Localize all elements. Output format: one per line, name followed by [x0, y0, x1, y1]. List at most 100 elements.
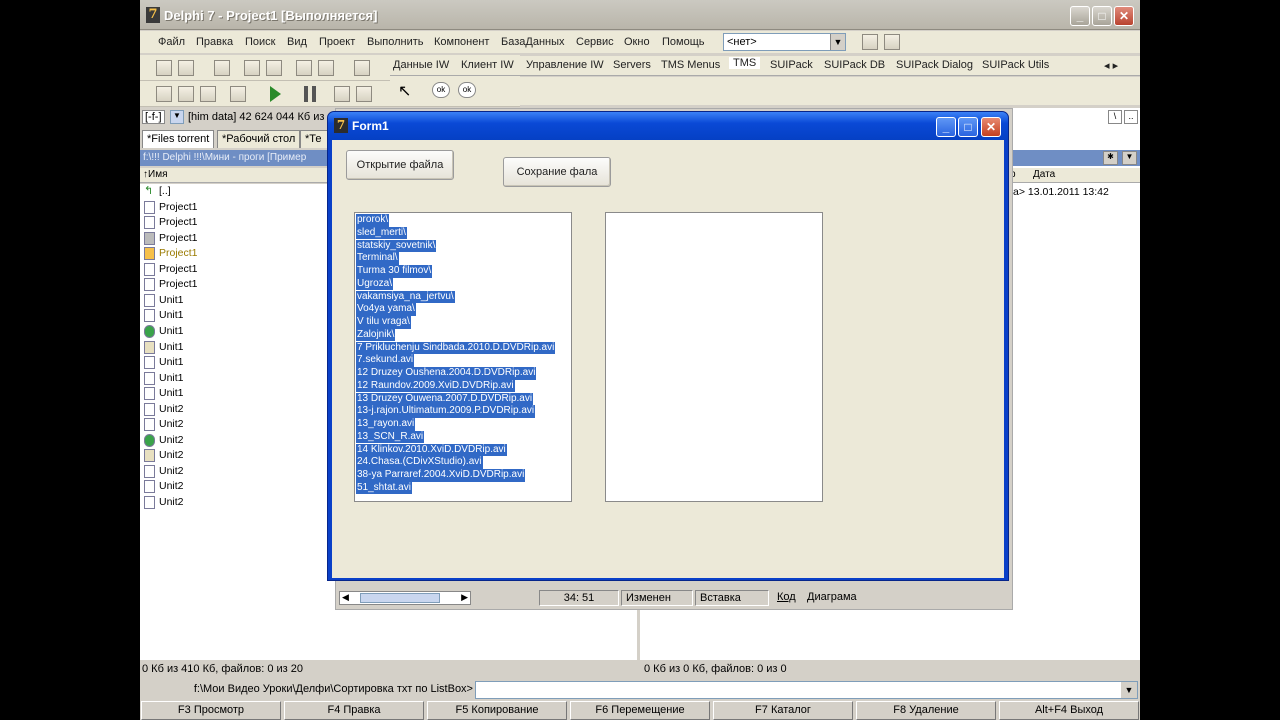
- listbox-item[interactable]: statskiy_sovetnik\: [356, 239, 437, 253]
- f3-view-button[interactable]: F3 Просмотр: [141, 701, 281, 720]
- listbox-item[interactable]: Ugroza\: [356, 277, 394, 291]
- f4-edit-button[interactable]: F4 Правка: [284, 701, 424, 720]
- tab-third[interactable]: *Те: [300, 130, 330, 148]
- maximize-button[interactable]: □: [1092, 6, 1112, 26]
- favorites-icon[interactable]: ✱: [1103, 151, 1118, 165]
- menu-search[interactable]: Поиск: [245, 36, 275, 48]
- component-ok-button-icon[interactable]: ok: [432, 82, 450, 98]
- open-project-icon[interactable]: [266, 60, 282, 76]
- scroll-thumb[interactable]: [360, 593, 440, 603]
- file-row[interactable]: Unit1: [144, 324, 184, 339]
- f7-mkdir-button[interactable]: F7 Каталог: [713, 701, 853, 720]
- parent-dir-icon[interactable]: ..: [1124, 110, 1138, 124]
- tab-diagram[interactable]: Диаграма: [807, 591, 857, 603]
- view-form-icon[interactable]: [178, 86, 194, 102]
- listbox-item[interactable]: prorok\: [356, 214, 390, 227]
- menu-view[interactable]: Вид: [287, 36, 307, 48]
- run-icon[interactable]: [270, 86, 281, 102]
- save-desktop-icon[interactable]: [862, 34, 878, 50]
- file-row[interactable]: Unit1: [144, 355, 184, 370]
- listbox-item[interactable]: 51_shtat.avi: [356, 481, 412, 495]
- form1-minimize-button[interactable]: _: [936, 117, 956, 137]
- pointer-icon[interactable]: ↖: [398, 81, 411, 101]
- listbox-item[interactable]: 7 Prikluchenju Sindbada.2010.D.DVDRip.av…: [356, 341, 556, 355]
- pause-icon[interactable]: [304, 86, 316, 102]
- listbox-item[interactable]: 12 Raundov.2009.XviD.DVDRip.avi: [356, 379, 515, 393]
- help-icon[interactable]: [354, 60, 370, 76]
- view-unit-icon[interactable]: [156, 86, 172, 102]
- palette-tab-suipack[interactable]: SUIPack: [770, 59, 813, 71]
- listbox-item[interactable]: vakamsiya_na_jertvu\: [356, 290, 455, 304]
- file-row[interactable]: Unit1: [144, 308, 184, 323]
- file-row[interactable]: Unit2: [144, 417, 184, 432]
- listbox-item[interactable]: 38-ya Parraref.2004.XviD.DVDRip.avi: [356, 469, 526, 482]
- palette-tab-suipack-db[interactable]: SUIPack DB: [824, 59, 885, 71]
- palette-tab-iwcontrol[interactable]: Управление IW: [526, 59, 604, 71]
- file-row[interactable]: Project1: [144, 215, 198, 230]
- file-row[interactable]: Unit2: [144, 448, 184, 463]
- menu-project[interactable]: Проект: [319, 36, 355, 48]
- step-over-icon[interactable]: [356, 86, 372, 102]
- palette-tab-suipack-dialog[interactable]: SUIPack Dialog: [896, 59, 973, 71]
- debug-desktop-icon[interactable]: [884, 34, 900, 50]
- minimize-button[interactable]: _: [1070, 6, 1090, 26]
- tab-code[interactable]: Код: [777, 591, 796, 603]
- listbox-item[interactable]: 14 Klinkov.2010.XviD.DVDRip.avi: [356, 443, 507, 457]
- listbox-item[interactable]: Turma 30 filmov\: [356, 265, 433, 278]
- file-row[interactable]: Unit1: [144, 293, 184, 308]
- listbox-item[interactable]: V tilu vraga\: [356, 316, 411, 329]
- listbox-item[interactable]: 12 Druzey Oushena.2004.D.DVDRip.avi: [356, 367, 537, 380]
- menu-file[interactable]: Файл: [158, 36, 185, 48]
- tab-files-torrent[interactable]: *Files torrent: [142, 130, 215, 148]
- open-icon[interactable]: [178, 60, 194, 76]
- palette-scroll-icon[interactable]: ◂ ▸: [1104, 59, 1118, 72]
- listbox-item[interactable]: sled_merti\: [356, 226, 407, 240]
- listbox-source[interactable]: prorok\ sled_merti\ statskiy_sovetnik\ Term…: [354, 212, 572, 502]
- chevron-right-icon[interactable]: ▶: [461, 592, 468, 603]
- listbox-item[interactable]: 13_SCN_R.avi: [356, 430, 425, 444]
- new-icon[interactable]: [156, 60, 172, 76]
- menu-database[interactable]: БазаДанных: [501, 36, 565, 48]
- open-file-button[interactable]: Открытие файла: [346, 150, 454, 180]
- form1-maximize-button[interactable]: □: [958, 117, 978, 137]
- file-row[interactable]: Project1: [144, 231, 198, 246]
- palette-tab-servers[interactable]: Servers: [613, 59, 651, 71]
- menu-tools[interactable]: Сервис: [576, 36, 614, 48]
- chevron-down-icon[interactable]: ▼: [1121, 682, 1137, 698]
- trace-into-icon[interactable]: [334, 86, 350, 102]
- new-form-icon[interactable]: [230, 86, 246, 102]
- palette-tab-iwclient[interactable]: Клиент IW: [461, 59, 514, 71]
- desktop-combo[interactable]: <нет> ▼: [723, 33, 846, 51]
- file-row[interactable]: Project1: [144, 200, 198, 215]
- menu-window[interactable]: Окно: [624, 36, 650, 48]
- chevron-down-icon[interactable]: ▼: [830, 34, 845, 50]
- file-row[interactable]: Unit2: [144, 464, 184, 479]
- save-file-button[interactable]: Сохрание фала: [503, 157, 611, 187]
- chevron-down-icon[interactable]: ▼: [170, 110, 184, 124]
- listbox-item[interactable]: 13_rayon.avi: [356, 418, 416, 431]
- file-row[interactable]: ↰ [..]: [144, 184, 171, 199]
- root-icon[interactable]: \: [1108, 110, 1122, 124]
- command-line-input[interactable]: ▼: [475, 681, 1138, 699]
- listbox-item[interactable]: 24.Chasa.(CDivXStudio).avi: [356, 456, 483, 469]
- add-file-icon[interactable]: [296, 60, 312, 76]
- listbox-item[interactable]: Vo4ya yama\: [356, 303, 416, 316]
- palette-tab-tms[interactable]: TMS: [729, 57, 761, 69]
- column-header-date[interactable]: Дата: [1033, 169, 1055, 180]
- menu-help[interactable]: Помощь: [662, 36, 705, 48]
- remove-file-icon[interactable]: [318, 60, 334, 76]
- close-button[interactable]: ✕: [1114, 6, 1134, 26]
- right-file-row[interactable]: а> 13.01.2011 13:42: [1013, 186, 1109, 198]
- component-ok-icon-2[interactable]: ok: [458, 82, 476, 98]
- file-row[interactable]: Unit2: [144, 402, 184, 417]
- palette-tab-tmsmenus[interactable]: TMS Menus: [661, 59, 720, 71]
- alt-f4-exit-button[interactable]: Alt+F4 Выход: [999, 701, 1139, 720]
- save-all-icon[interactable]: [244, 60, 260, 76]
- palette-tab-suipack-utils[interactable]: SUIPack Utils: [982, 59, 1049, 71]
- editor-hscrollbar[interactable]: ◀ ▶: [339, 591, 471, 605]
- listbox-item[interactable]: 7.sekund.avi: [356, 354, 415, 367]
- menu-run[interactable]: Выполнить: [367, 36, 423, 48]
- f6-move-button[interactable]: F6 Перемещение: [570, 701, 710, 720]
- file-row[interactable]: Project1: [144, 277, 198, 292]
- toggle-form-unit-icon[interactable]: [200, 86, 216, 102]
